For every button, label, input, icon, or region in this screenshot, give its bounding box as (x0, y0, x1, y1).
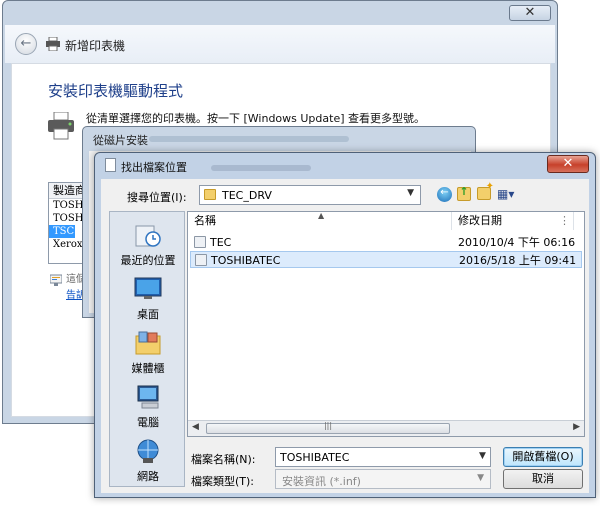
folder-icon (204, 189, 216, 200)
printer-icon (48, 112, 74, 140)
file-list[interactable]: 名稱 ▲ 修改日期 ⋮ TEC 2010/10/4 下午 06:16 TOSHI… (187, 211, 585, 437)
page-heading: 安裝印表機驅動程式 (48, 82, 184, 100)
file-row[interactable]: TEC 2010/10/4 下午 06:16 (190, 234, 582, 251)
cancel-button[interactable]: 取消 (503, 469, 583, 489)
column-label: 修改日期 (458, 214, 502, 227)
computer-icon (137, 385, 159, 409)
place-label: 電腦 (137, 416, 159, 429)
open-button[interactable]: 開啟舊檔(O) (503, 447, 583, 467)
file-type-value: 安裝資訊 (*.inf) (282, 475, 361, 488)
place-label: 最近的位置 (120, 254, 176, 267)
view-menu-button[interactable]: ▦▾ (497, 187, 517, 201)
look-in-combo[interactable]: TEC_DRV ▼ (199, 185, 421, 205)
scroll-right-icon[interactable]: ▶ (573, 422, 580, 432)
chevron-down-icon[interactable]: ▼ (479, 451, 486, 461)
window-title: 從磁片安裝 (93, 134, 148, 147)
place-label: 網路 (137, 470, 159, 483)
close-icon: ✕ (562, 156, 574, 171)
driver-signed-icon (50, 274, 62, 286)
place-network[interactable]: 網路 (110, 436, 186, 488)
printer-icon (46, 37, 60, 51)
instruction-text: 從清單選擇您的印表機。按一下 [Windows Update] 查看更多型號。 (86, 112, 426, 125)
place-label: 桌面 (137, 308, 159, 321)
sort-ascending-icon: ▲ (318, 211, 325, 220)
file-name: TOSHIBATEC (211, 254, 281, 267)
up-arrow-icon: ↑ (459, 185, 469, 198)
wizard-header: ← 新增印表機 (5, 25, 555, 63)
back-arrow-icon: ← (20, 36, 32, 51)
setup-info-file-icon (194, 236, 206, 248)
view-menu-icon: ▦▾ (497, 187, 515, 201)
column-label: 名稱 (194, 214, 216, 227)
place-libraries[interactable]: 媒體櫃 (110, 328, 186, 380)
new-folder-button[interactable]: ✦ (477, 181, 494, 200)
back-button[interactable]: ← (437, 187, 452, 202)
file-date: 2010/10/4 下午 06:16 (458, 236, 576, 249)
column-header-date[interactable]: 修改日期 ⋮ (452, 212, 574, 230)
file-row-selected[interactable]: TOSHIBATEC 2016/5/18 上午 09:41 (190, 251, 582, 268)
libraries-icon (135, 331, 161, 355)
chevron-down-icon[interactable]: ▼ (407, 188, 414, 198)
desktop-icon (134, 277, 162, 299)
places-bar: 最近的位置 桌面 媒體櫃 電腦 網路 (109, 211, 185, 487)
locate-file-dialog: 找出檔案位置 ✕ 搜尋位置(I): TEC_DRV ▼ ← ↑ ✦ ▦▾ 最近的… (94, 152, 596, 498)
file-name-input[interactable] (275, 447, 491, 467)
dialog-body: 搜尋位置(I): TEC_DRV ▼ ← ↑ ✦ ▦▾ 最近的位置 桌面 媒體櫃… (101, 179, 589, 493)
setup-info-file-icon (195, 254, 207, 266)
place-recent[interactable]: 最近的位置 (110, 220, 186, 272)
recent-places-icon (135, 225, 161, 247)
horizontal-scrollbar[interactable]: ◀ ||| ▶ (188, 420, 584, 436)
up-one-level-button[interactable]: ↑ (457, 185, 471, 201)
blurred-text (211, 165, 311, 171)
column-grip-icon: ⋮ (559, 214, 570, 227)
look-in-label: 搜尋位置(I): (127, 191, 187, 204)
dialog-title: 找出檔案位置 (121, 161, 187, 174)
file-name-label: 檔案名稱(N): (191, 453, 256, 466)
blurred-text (149, 136, 349, 142)
wizard-title: 新增印表機 (65, 39, 126, 53)
file-type-select[interactable]: 安裝資訊 (*.inf) ▼ (275, 469, 491, 489)
file-name: TEC (210, 236, 232, 249)
scroll-left-icon[interactable]: ◀ (192, 422, 199, 432)
back-button[interactable]: ← (15, 33, 37, 55)
wizard-close-button[interactable]: ✕ (509, 5, 551, 21)
place-desktop[interactable]: 桌面 (110, 274, 186, 326)
document-icon (105, 158, 116, 172)
column-header-name[interactable]: 名稱 ▲ (188, 211, 452, 230)
network-icon (137, 439, 159, 463)
back-arrow-icon: ← (440, 187, 449, 198)
place-computer[interactable]: 電腦 (110, 382, 186, 434)
scroll-thumb[interactable]: ||| (206, 421, 450, 434)
place-label: 媒體櫃 (131, 362, 165, 375)
grip-icon: ||| (323, 421, 333, 430)
close-button[interactable]: ✕ (547, 155, 589, 173)
close-icon: ✕ (524, 5, 536, 20)
file-type-label: 檔案類型(T): (191, 475, 255, 488)
list-item-selected[interactable]: TSC (49, 225, 75, 238)
look-in-value: TEC_DRV (222, 189, 272, 202)
chevron-down-icon: ▼ (477, 473, 484, 483)
file-date: 2016/5/18 上午 09:41 (459, 254, 577, 267)
new-folder-icon: ✦ (485, 181, 494, 192)
